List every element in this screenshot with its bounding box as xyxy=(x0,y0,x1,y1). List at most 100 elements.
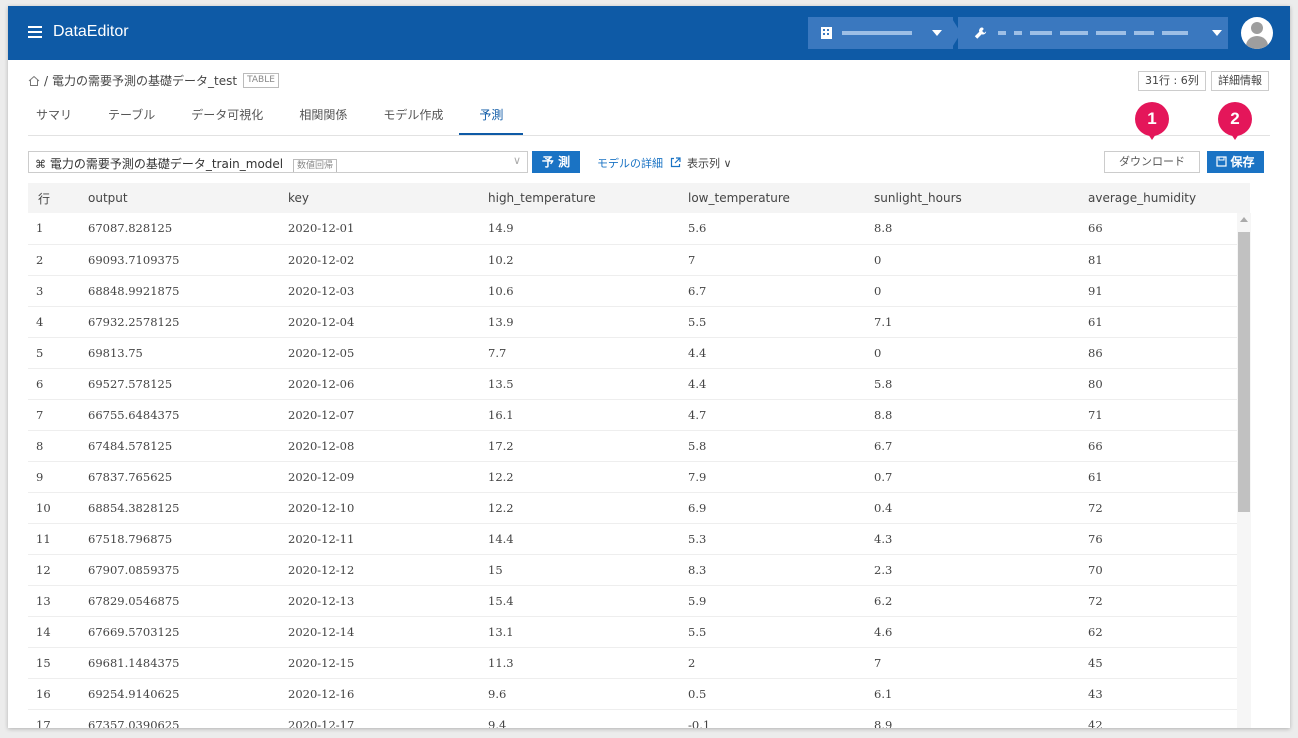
table-cell: 69527.578125 xyxy=(78,368,278,400)
table-cell: 69254.9140625 xyxy=(78,678,278,710)
table-cell: 72 xyxy=(1078,585,1250,617)
table-cell: 7 xyxy=(678,244,864,276)
download-button[interactable]: ダウンロード xyxy=(1104,151,1200,173)
table-cell: 4.4 xyxy=(678,337,864,369)
save-button[interactable]: 保存 xyxy=(1207,151,1264,173)
table-cell: 2020-12-13 xyxy=(278,585,478,617)
row-number-cell: 15 xyxy=(28,647,78,679)
table-row[interactable]: 15 69681.1484375 2020-12-15 11.3 2 7 45 xyxy=(28,647,1250,679)
table-row[interactable]: 13 67829.0546875 2020-12-13 15.4 5.9 6.2 72 xyxy=(28,585,1250,617)
tab-prediction[interactable]: 予測 xyxy=(459,106,524,135)
table-cell: 0.7 xyxy=(864,461,1078,493)
table-cell: 10.2 xyxy=(478,244,678,276)
table-row[interactable]: 5 69813.75 2020-12-05 7.7 4.4 0 86 xyxy=(28,337,1250,369)
tab-table[interactable]: テーブル xyxy=(108,106,155,135)
row-number-cell: 8 xyxy=(28,430,78,462)
table-row[interactable]: 11 67518.796875 2020-12-11 14.4 5.3 4.3 76 xyxy=(28,523,1250,555)
row-number-cell: 9 xyxy=(28,461,78,493)
table-cell: 5.6 xyxy=(678,213,864,245)
table-row[interactable]: 10 68854.3828125 2020-12-10 12.2 6.9 0.4 72 xyxy=(28,492,1250,524)
table-cell: 2020-12-07 xyxy=(278,399,478,431)
table-cell: 0.4 xyxy=(864,492,1078,524)
column-header-average-humidity[interactable]: average_humidity xyxy=(1078,183,1250,213)
project-name-masked xyxy=(1060,31,1088,35)
table-cell: 67837.765625 xyxy=(78,461,278,493)
table-cell: 2.3 xyxy=(864,554,1078,586)
table-cell: 71 xyxy=(1078,399,1250,431)
model-detail-link[interactable]: モデルの詳細 xyxy=(597,155,681,171)
table-scrollbar[interactable] xyxy=(1237,213,1251,728)
details-button[interactable]: 詳細情報 xyxy=(1211,71,1269,91)
table-row[interactable]: 4 67932.2578125 2020-12-04 13.9 5.5 7.1 61 xyxy=(28,306,1250,338)
table-cell: 67087.828125 xyxy=(78,213,278,245)
table-cell: 4.6 xyxy=(864,616,1078,648)
table-cell: 67357.0390625 xyxy=(78,709,278,728)
table-row[interactable]: 16 69254.9140625 2020-12-16 9.6 0.5 6.1 43 xyxy=(28,678,1250,710)
table-cell: 0 xyxy=(864,244,1078,276)
chevron-down-icon xyxy=(1212,30,1222,36)
column-header-sunlight-hours[interactable]: sunlight_hours xyxy=(864,183,1078,213)
row-number-cell: 1 xyxy=(28,213,78,245)
table-row[interactable]: 1 67087.828125 2020-12-01 14.9 5.6 8.8 66 xyxy=(28,213,1250,245)
table-cell: 7.1 xyxy=(864,306,1078,338)
avatar[interactable] xyxy=(1241,17,1273,49)
model-name: 電力の需要予測の基礎データ_train_model xyxy=(49,157,284,171)
annotation-marker-1: 1 xyxy=(1135,102,1169,140)
table-row[interactable]: 8 67484.578125 2020-12-08 17.2 5.8 6.7 66 xyxy=(28,430,1250,462)
table-row[interactable]: 17 67357.0390625 2020-12-17 9.4 -0.1 8.9 42 xyxy=(28,709,1250,728)
save-icon xyxy=(1216,156,1228,167)
table-cell: 66 xyxy=(1078,430,1250,462)
table-cell: 6.9 xyxy=(678,492,864,524)
table-cell: 4.7 xyxy=(678,399,864,431)
model-icon: ⌘ xyxy=(35,158,46,171)
table-cell: 0.5 xyxy=(678,678,864,710)
model-select[interactable]: ⌘ 電力の需要予測の基礎データ_train_model 数値回帰 ∨ xyxy=(28,151,528,173)
home-icon[interactable] xyxy=(28,75,40,87)
table-cell: 2020-12-06 xyxy=(278,368,478,400)
tab-correlation[interactable]: 相関関係 xyxy=(299,106,347,135)
table-size-badge: 31行 : 6列 xyxy=(1138,71,1206,91)
table-row[interactable]: 6 69527.578125 2020-12-06 13.5 4.4 5.8 80 xyxy=(28,368,1250,400)
table-cell: 13.9 xyxy=(478,306,678,338)
table-row[interactable]: 2 69093.7109375 2020-12-02 10.2 7 0 81 xyxy=(28,244,1250,276)
project-name-masked xyxy=(1162,31,1188,35)
table-cell: 5.8 xyxy=(678,430,864,462)
table-row[interactable]: 7 66755.6484375 2020-12-07 16.1 4.7 8.8 71 xyxy=(28,399,1250,431)
columns-dropdown[interactable]: 表示列 ∨ xyxy=(687,155,732,171)
table-cell: 11.3 xyxy=(478,647,678,679)
scroll-up-icon[interactable] xyxy=(1240,217,1248,222)
predict-button[interactable]: 予 測 xyxy=(532,151,580,173)
table-cell: 2020-12-05 xyxy=(278,337,478,369)
annotation-marker-2: 2 xyxy=(1218,102,1252,140)
column-header-low-temperature[interactable]: low_temperature xyxy=(678,183,864,213)
chevron-down-icon: ∨ xyxy=(723,157,732,170)
column-header-output[interactable]: output xyxy=(78,183,278,213)
table-cell: 69813.75 xyxy=(78,337,278,369)
table-row[interactable]: 14 67669.5703125 2020-12-14 13.1 5.5 4.6 62 xyxy=(28,616,1250,648)
project-name-masked xyxy=(1134,31,1154,35)
tab-summary[interactable]: サマリ xyxy=(36,106,72,135)
table-row[interactable]: 3 68848.9921875 2020-12-03 10.6 6.7 0 91 xyxy=(28,275,1250,307)
project-selector[interactable] xyxy=(958,17,1228,49)
table-cell: 68854.3828125 xyxy=(78,492,278,524)
table-cell: 67484.578125 xyxy=(78,430,278,462)
table-row[interactable]: 9 67837.765625 2020-12-09 12.2 7.9 0.7 61 xyxy=(28,461,1250,493)
row-number-cell: 4 xyxy=(28,306,78,338)
table-cell: 67932.2578125 xyxy=(78,306,278,338)
row-number-cell: 16 xyxy=(28,678,78,710)
table-row[interactable]: 12 67907.0859375 2020-12-12 15 8.3 2.3 70 xyxy=(28,554,1250,586)
tab-visualization[interactable]: データ可視化 xyxy=(191,106,263,135)
scrollbar-thumb[interactable] xyxy=(1238,232,1250,512)
column-header-key[interactable]: key xyxy=(278,183,478,213)
hamburger-icon[interactable] xyxy=(28,23,42,43)
table-cell: 7.9 xyxy=(678,461,864,493)
column-header-high-temperature[interactable]: high_temperature xyxy=(478,183,678,213)
tab-model-creation[interactable]: モデル作成 xyxy=(383,106,443,135)
project-name-masked xyxy=(1030,31,1052,35)
table-cell: 6.7 xyxy=(864,430,1078,462)
table-cell: 42 xyxy=(1078,709,1250,728)
table-cell: 2020-12-15 xyxy=(278,647,478,679)
row-number-cell: 14 xyxy=(28,616,78,648)
model-detail-label: モデルの詳細 xyxy=(597,157,663,170)
organization-selector[interactable] xyxy=(808,17,953,49)
